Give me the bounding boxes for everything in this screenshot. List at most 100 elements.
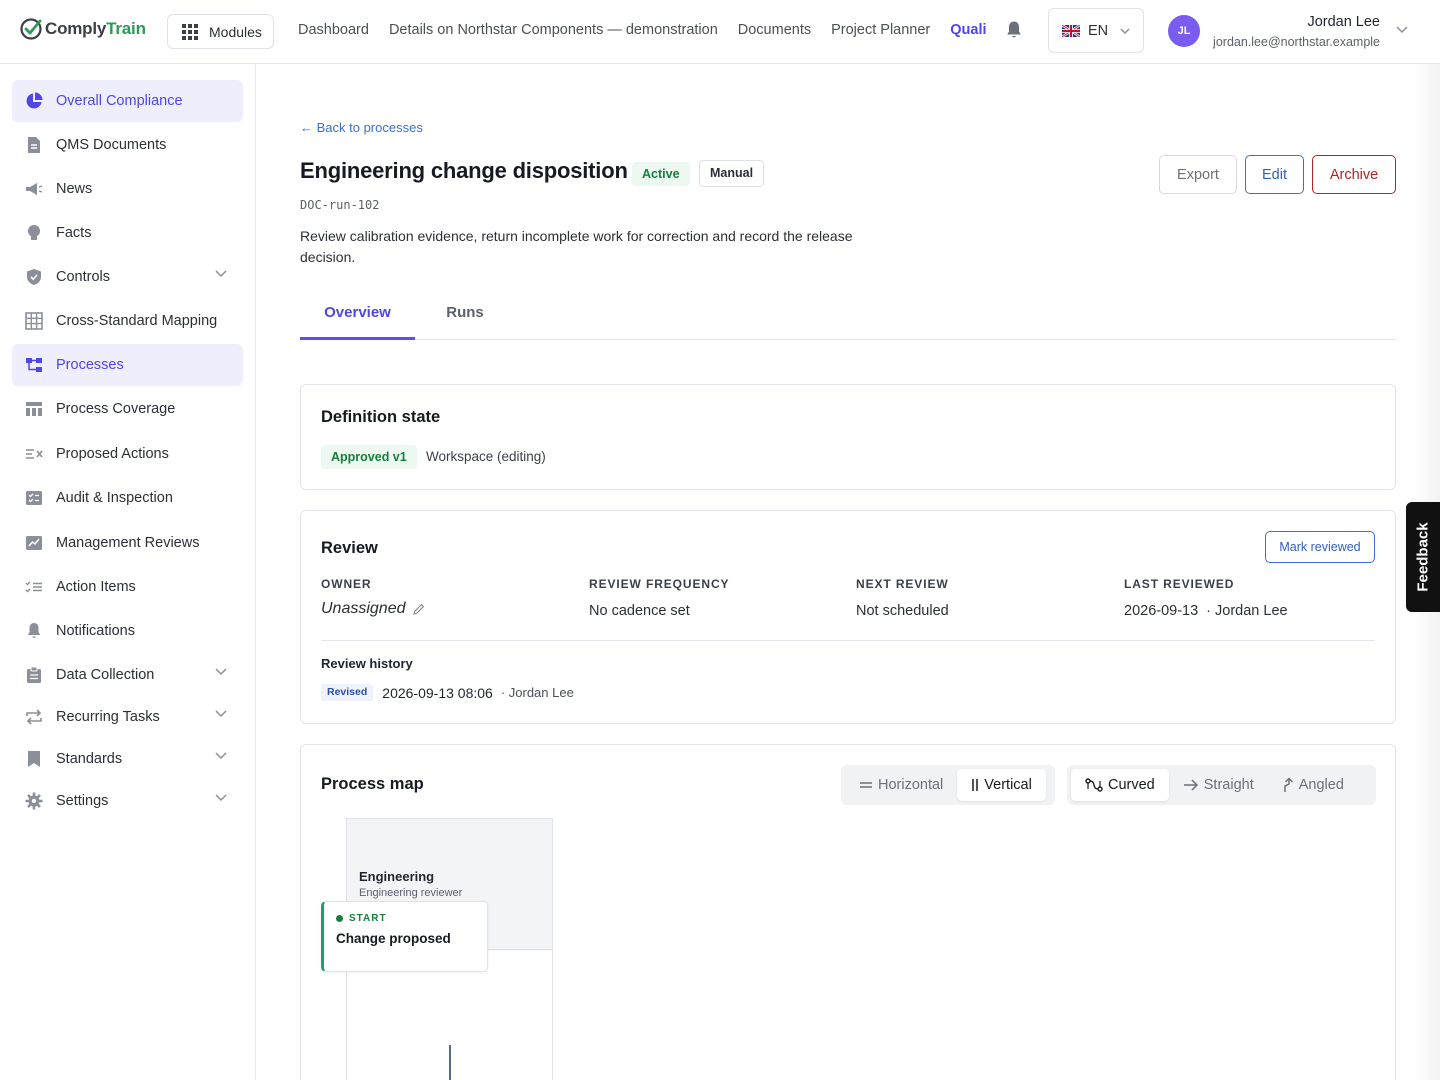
sidebar-item-settings[interactable]: Settings — [12, 780, 243, 822]
sidebar-item-audit-inspection[interactable]: Audit & Inspection — [12, 477, 243, 519]
orientation-toggle: Horizontal Vertical — [841, 765, 1055, 805]
tab-bar: Overview Runs — [300, 296, 1396, 340]
sidebar-item-label: News — [56, 181, 93, 197]
sidebar-item-notifications[interactable]: Notifications — [12, 610, 243, 652]
feedback-tab[interactable]: Feedback — [1406, 502, 1440, 612]
review-history-row: Revised 2026-09-13 08:06 · Jordan Lee — [321, 684, 574, 701]
sidebar-item-qms-documents[interactable]: QMS Documents — [12, 124, 243, 166]
sidebar-item-standards[interactable]: Standards — [12, 738, 243, 780]
last-reviewed-user: · Jordan Lee — [1206, 603, 1288, 619]
tab-overview[interactable]: Overview — [300, 296, 415, 340]
bell-icon — [25, 622, 43, 640]
divider — [321, 640, 1375, 641]
process-map-card: Process map Horizontal Vertical Curved S… — [300, 744, 1396, 1080]
workspace-label[interactable]: Workspace (editing) — [426, 449, 546, 464]
node-label: Change proposed — [336, 931, 451, 946]
horizontal-option[interactable]: Horizontal — [845, 769, 957, 801]
sidebar-item-label: Notifications — [56, 623, 135, 639]
sidebar-item-label: QMS Documents — [56, 137, 167, 153]
sidebar-item-management-reviews[interactable]: Management Reviews — [12, 522, 243, 564]
straight-option[interactable]: Straight — [1169, 769, 1268, 801]
vertical-option[interactable]: Vertical — [957, 769, 1046, 801]
page-title: Engineering change disposition — [300, 158, 628, 183]
modules-label: Modules — [209, 23, 262, 40]
top-bar: ComplyTrain Modules Dashboard Details on… — [0, 0, 1440, 64]
node-kind: START — [349, 913, 387, 924]
process-flow-icon — [25, 356, 43, 374]
table-grid-icon — [25, 312, 43, 330]
history-date: 2026-09-13 08:06 — [382, 684, 493, 701]
sidebar-item-action-items[interactable]: Action Items — [12, 566, 243, 608]
sidebar-item-facts[interactable]: Facts — [12, 212, 243, 254]
sidebar-item-label: Cross-Standard Mapping — [56, 313, 218, 329]
review-card: Review Mark reviewed OWNER Unassigned RE… — [300, 510, 1396, 724]
megaphone-icon — [25, 180, 43, 198]
sidebar-item-overall-compliance[interactable]: Overall Compliance — [12, 80, 243, 122]
back-to-processes-link[interactable]: ← Back to processes — [300, 120, 423, 135]
tab-runs[interactable]: Runs — [440, 296, 490, 340]
uk-flag-icon — [1062, 24, 1080, 37]
flow-connector — [449, 1045, 451, 1080]
last-reviewed-field: LAST REVIEWED 2026-09-13 · Jordan Lee — [1124, 577, 1288, 619]
gear-icon — [25, 792, 43, 810]
list-check-icon — [25, 578, 43, 596]
user-menu-chevron-icon[interactable] — [1396, 26, 1408, 34]
next-review-value: Not scheduled — [856, 603, 949, 619]
mark-reviewed-button[interactable]: Mark reviewed — [1265, 531, 1375, 563]
pie-chart-icon — [25, 92, 43, 110]
next-review-field: NEXT REVIEW Not scheduled — [856, 577, 949, 619]
export-button[interactable]: Export — [1159, 155, 1237, 194]
vertical-label: Vertical — [984, 777, 1032, 793]
nav-quali[interactable]: Quali — [950, 22, 986, 38]
nav-dashboard[interactable]: Dashboard — [298, 22, 369, 38]
language-selector[interactable]: EN — [1048, 8, 1144, 53]
start-dot-icon — [336, 915, 343, 922]
process-description: Review calibration evidence, return inco… — [300, 228, 853, 265]
chevron-down-icon — [215, 794, 227, 802]
sidebar-item-label: Controls — [56, 269, 110, 285]
sidebar-item-data-collection[interactable]: Data Collection — [12, 654, 243, 696]
sidebar-item-label: Processes — [56, 357, 124, 373]
sidebar: Overall Compliance QMS Documents News Fa… — [0, 64, 256, 1080]
process-node-start[interactable]: START Change proposed — [321, 901, 488, 972]
straight-label: Straight — [1203, 777, 1254, 793]
top-navigation: Dashboard Details on Northstar Component… — [298, 22, 995, 38]
review-frequency-field: REVIEW FREQUENCY No cadence set — [589, 577, 729, 619]
sidebar-item-label: Action Items — [56, 579, 136, 595]
sidebar-item-cross-standard-mapping[interactable]: Cross-Standard Mapping — [12, 300, 243, 342]
modules-button[interactable]: Modules — [167, 14, 274, 49]
owner-value: Unassigned — [321, 600, 406, 617]
sidebar-item-processes[interactable]: Processes — [12, 344, 243, 386]
list-x-icon — [25, 445, 43, 463]
nav-documents[interactable]: Documents — [738, 22, 811, 38]
app-logo[interactable]: ComplyTrain — [19, 17, 146, 41]
curved-option[interactable]: Curved — [1071, 769, 1169, 801]
sidebar-item-label: Overall Compliance — [56, 93, 183, 109]
review-frequency-value: No cadence set — [589, 603, 690, 619]
angled-option[interactable]: Angled — [1268, 769, 1358, 801]
owner-field: OWNER Unassigned — [321, 577, 425, 618]
sidebar-item-recurring-tasks[interactable]: Recurring Tasks — [12, 696, 243, 738]
user-email: jordan.lee@northstar.example — [1213, 35, 1380, 49]
bookmark-icon — [25, 750, 43, 768]
notifications-bell-icon[interactable] — [1005, 20, 1023, 40]
edit-pencil-icon[interactable] — [412, 603, 425, 615]
horizontal-lines-icon — [860, 782, 872, 788]
arrow-right-icon — [1183, 779, 1198, 791]
grid-icon — [182, 23, 198, 40]
logo-text-train: Train — [106, 19, 146, 38]
chart-doc-icon — [25, 534, 43, 552]
curved-edge-icon — [1085, 778, 1103, 792]
sidebar-item-controls[interactable]: Controls — [12, 256, 243, 298]
sidebar-item-label: Proposed Actions — [56, 446, 169, 462]
edit-button[interactable]: Edit — [1245, 155, 1304, 194]
approved-version-badge[interactable]: Approved v1 — [321, 445, 417, 469]
sidebar-item-news[interactable]: News — [12, 168, 243, 210]
avatar[interactable]: JL — [1168, 15, 1200, 47]
sidebar-item-process-coverage[interactable]: Process Coverage — [12, 388, 243, 430]
nav-project-planner[interactable]: Project Planner — [831, 22, 930, 38]
lightbulb-icon — [25, 224, 43, 242]
sidebar-item-proposed-actions[interactable]: Proposed Actions — [12, 433, 243, 475]
archive-button[interactable]: Archive — [1312, 155, 1396, 194]
nav-company-details[interactable]: Details on Northstar Components — demons… — [389, 22, 718, 38]
